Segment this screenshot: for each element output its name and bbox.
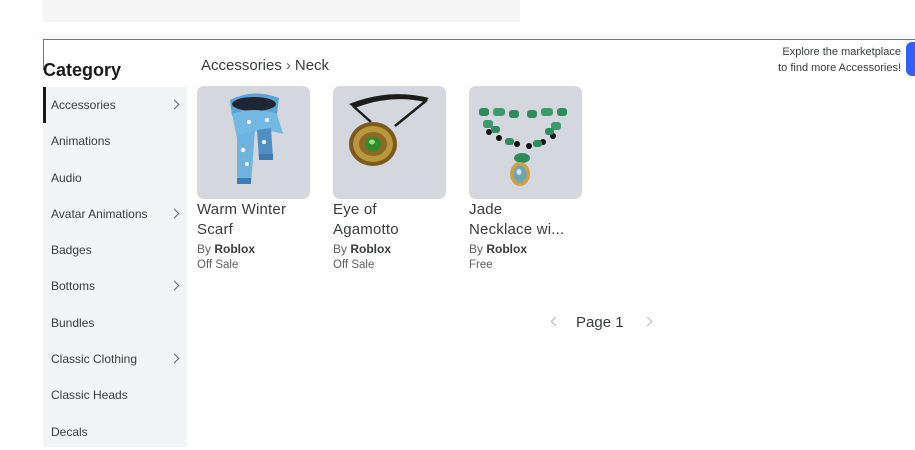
- breadcrumb: Accessories › Neck: [201, 57, 329, 74]
- sidebar-item-label: Decals: [51, 424, 88, 439]
- sidebar-item-label: Bottoms: [51, 279, 96, 294]
- creator-prefix: By: [197, 242, 212, 256]
- sidebar-item-animations[interactable]: Animations: [43, 123, 187, 159]
- creator-link[interactable]: Roblox: [486, 242, 527, 256]
- item-card[interactable]: Warm Winter Scarf By Roblox Off Sale: [197, 86, 310, 271]
- item-card[interactable]: Jade Necklace wi... By Roblox Free: [469, 86, 582, 271]
- breadcrumb-current: Neck: [294, 57, 330, 74]
- sidebar-item-label: Classic Clothing: [51, 352, 138, 367]
- sidebar-item-bundles[interactable]: Bundles: [43, 305, 187, 341]
- item-creator: By Roblox: [197, 242, 310, 256]
- item-name[interactable]: Jade Necklace wi...: [469, 200, 582, 240]
- chevron-right-icon: [169, 99, 180, 110]
- item-creator: By Roblox: [333, 242, 446, 256]
- breadcrumb-separator-icon: ›: [285, 57, 291, 74]
- sidebar-item-accessories[interactable]: Accessories: [43, 87, 187, 124]
- item-price: Off Sale: [197, 259, 239, 271]
- item-creator: By Roblox: [469, 242, 582, 256]
- item-name-line: Necklace wi...: [469, 221, 565, 238]
- sidebar-item-label: Animations: [51, 134, 111, 149]
- explore-marketplace-button[interactable]: [906, 42, 915, 76]
- sidebar-item-label: Audio: [51, 170, 82, 185]
- explore-line-1: Explore the marketplace: [782, 46, 901, 58]
- item-price: Free: [469, 259, 493, 271]
- sidebar-item-label: Bundles: [51, 315, 95, 330]
- item-name-line: Eye of: [333, 201, 377, 218]
- category-title: Category: [43, 60, 122, 80]
- sidebar-item-decals[interactable]: Decals: [43, 414, 187, 450]
- chevron-right-icon: [169, 281, 180, 291]
- chevron-right-icon: [169, 208, 180, 219]
- breadcrumb-parent[interactable]: Accessories: [201, 57, 282, 74]
- item-name-line: Agamotto: [333, 221, 399, 238]
- item-name[interactable]: Eye of Agamotto: [333, 200, 446, 240]
- category-sidebar: Accessories Animations Audio Avatar Anim…: [43, 87, 187, 447]
- item-name[interactable]: Warm Winter Scarf: [197, 200, 310, 240]
- creator-prefix: By: [333, 242, 348, 256]
- chevron-left-icon[interactable]: [550, 316, 561, 327]
- amulet-icon: [349, 94, 429, 166]
- item-price: Off Sale: [333, 259, 375, 271]
- sidebar-item-label: Accessories: [51, 98, 116, 112]
- sidebar-item-label: Classic Heads: [51, 388, 128, 403]
- page-label: Page 1: [576, 314, 624, 331]
- sidebar-item-bottoms[interactable]: Bottoms: [43, 268, 187, 304]
- creator-link[interactable]: Roblox: [214, 242, 255, 256]
- creator-link[interactable]: Roblox: [350, 242, 391, 256]
- item-thumbnail[interactable]: [197, 86, 310, 199]
- chevron-right-icon[interactable]: [642, 316, 653, 327]
- item-name-line: Scarf: [197, 221, 234, 238]
- chevron-right-icon: [169, 353, 180, 364]
- creator-prefix: By: [469, 242, 484, 256]
- necklace-icon: [479, 108, 567, 186]
- explore-marketplace-text: Explore the marketplace to find more Acc…: [701, 44, 901, 76]
- sidebar-item-classic-heads[interactable]: Classic Heads: [43, 377, 187, 413]
- item-thumbnail[interactable]: [469, 86, 582, 199]
- sidebar-item-label: Badges: [51, 243, 92, 258]
- header-divider: [43, 39, 915, 40]
- item-name-line: Jade: [469, 201, 503, 218]
- item-name-line: Warm Winter: [197, 201, 287, 218]
- item-card[interactable]: Eye of Agamotto By Roblox Off Sale: [333, 86, 446, 271]
- sidebar-item-label: Avatar Animations: [51, 206, 148, 221]
- top-banner-area: [43, 0, 520, 22]
- scarf-icon: [230, 93, 283, 184]
- item-thumbnail[interactable]: [333, 86, 446, 199]
- sidebar-item-audio[interactable]: Audio: [43, 160, 187, 196]
- sidebar-item-avatar-animations[interactable]: Avatar Animations: [43, 196, 187, 232]
- sidebar-item-classic-clothing[interactable]: Classic Clothing: [43, 341, 187, 377]
- sidebar-item-badges[interactable]: Badges: [43, 232, 187, 268]
- explore-line-2: to find more Accessories!: [778, 62, 901, 74]
